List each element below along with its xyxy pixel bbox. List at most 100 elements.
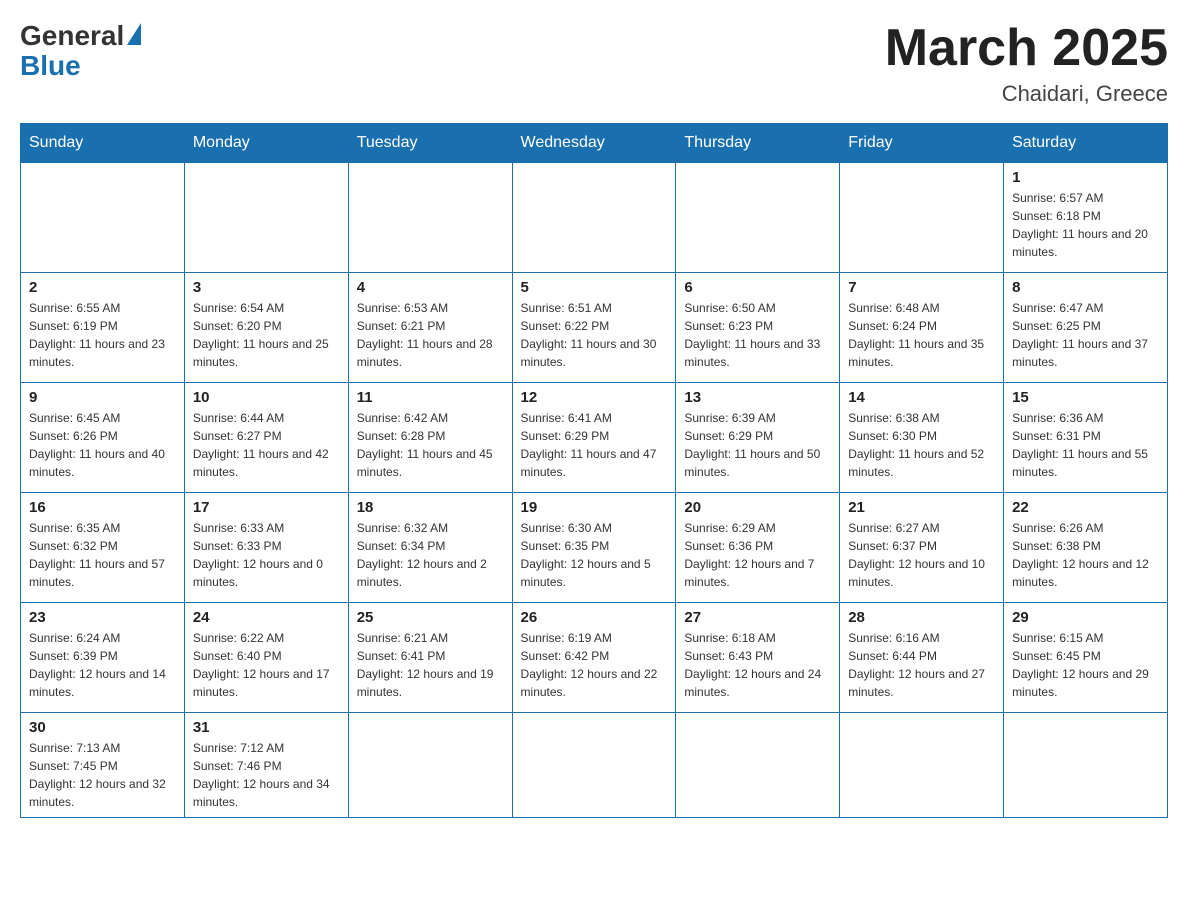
calendar-cell: 1Sunrise: 6:57 AMSunset: 6:18 PMDaylight…	[1004, 163, 1168, 273]
day-number: 15	[1012, 389, 1159, 406]
calendar-cell: 2 Sunrise: 6:55 AMSunset: 6:19 PMDaylight…	[21, 273, 185, 383]
calendar-cell	[184, 163, 348, 273]
calendar-cell	[676, 713, 840, 818]
calendar-cell: 16 Sunrise: 6:35 AMSunset: 6:32 PMDayligh…	[21, 493, 185, 603]
day-info: Sunrise: 6:48 AMSunset: 6:24 PMDaylight:…	[848, 299, 995, 371]
day-info: Sunrise: 6:53 AMSunset: 6:21 PMDaylight:…	[357, 299, 504, 371]
day-number: 13	[684, 389, 831, 406]
day-info: Sunrise: 6:29 AMSunset: 6:36 PMDaylight:…	[684, 519, 831, 591]
day-info: Sunrise: 6:47 AMSunset: 6:25 PMDaylight:…	[1012, 299, 1159, 371]
calendar-week-row: 30 Sunrise: 7:13 AMSunset: 7:45 PMDayligh…	[21, 713, 1168, 818]
calendar-cell	[348, 713, 512, 818]
calendar-cell: 4 Sunrise: 6:53 AMSunset: 6:21 PMDaylight…	[348, 273, 512, 383]
calendar-cell: 18 Sunrise: 6:32 AMSunset: 6:34 PMDayligh…	[348, 493, 512, 603]
calendar-cell: 12 Sunrise: 6:41 AMSunset: 6:29 PMDayligh…	[512, 383, 676, 493]
column-header-tuesday: Tuesday	[348, 124, 512, 163]
column-header-monday: Monday	[184, 124, 348, 163]
logo-blue-text: Blue	[20, 50, 141, 82]
day-number: 12	[521, 389, 668, 406]
calendar-cell: 31Sunrise: 7:12 AMSunset: 7:46 PMDayligh…	[184, 713, 348, 818]
day-info: Sunrise: 6:32 AMSunset: 6:34 PMDaylight:…	[357, 519, 504, 591]
day-number: 29	[1012, 609, 1159, 626]
calendar-cell: 9Sunrise: 6:45 AMSunset: 6:26 PMDaylight…	[21, 383, 185, 493]
day-number: 10	[193, 389, 340, 406]
page-header: General Blue March 2025 Chaidari, Greece	[20, 20, 1168, 107]
calendar-cell	[348, 163, 512, 273]
day-number: 2	[29, 279, 176, 296]
calendar-cell: 28Sunrise: 6:16 AMSunset: 6:44 PMDayligh…	[840, 603, 1004, 713]
calendar-cell: 30 Sunrise: 7:13 AMSunset: 7:45 PMDayligh…	[21, 713, 185, 818]
day-info: Sunrise: 6:27 AMSunset: 6:37 PMDaylight:…	[848, 519, 995, 591]
title-block: March 2025 Chaidari, Greece	[885, 20, 1168, 107]
calendar-cell: 11Sunrise: 6:42 AMSunset: 6:28 PMDayligh…	[348, 383, 512, 493]
logo: General Blue	[20, 20, 141, 82]
calendar-cell: 21 Sunrise: 6:27 AMSunset: 6:37 PMDayligh…	[840, 493, 1004, 603]
calendar-cell: 23Sunrise: 6:24 AMSunset: 6:39 PMDayligh…	[21, 603, 185, 713]
calendar-cell	[676, 163, 840, 273]
calendar-cell: 19 Sunrise: 6:30 AMSunset: 6:35 PMDayligh…	[512, 493, 676, 603]
day-info: Sunrise: 6:22 AMSunset: 6:40 PMDaylight:…	[193, 629, 340, 701]
day-number: 18	[357, 499, 504, 516]
day-number: 3	[193, 279, 340, 296]
day-number: 26	[521, 609, 668, 626]
day-number: 31	[193, 719, 340, 736]
day-info: Sunrise: 6:35 AMSunset: 6:32 PMDaylight:…	[29, 519, 176, 591]
day-info: Sunrise: 6:51 AMSunset: 6:22 PMDaylight:…	[521, 299, 668, 371]
calendar-cell: 6 Sunrise: 6:50 AMSunset: 6:23 PMDaylight…	[676, 273, 840, 383]
day-info: Sunrise: 6:50 AMSunset: 6:23 PMDaylight:…	[684, 299, 831, 371]
day-info: Sunrise: 6:21 AMSunset: 6:41 PMDaylight:…	[357, 629, 504, 701]
day-info: Sunrise: 6:16 AMSunset: 6:44 PMDaylight:…	[848, 629, 995, 701]
day-number: 6	[684, 279, 831, 296]
calendar-cell: 15 Sunrise: 6:36 AMSunset: 6:31 PMDayligh…	[1004, 383, 1168, 493]
calendar-cell: 25 Sunrise: 6:21 AMSunset: 6:41 PMDayligh…	[348, 603, 512, 713]
calendar-cell: 26 Sunrise: 6:19 AMSunset: 6:42 PMDayligh…	[512, 603, 676, 713]
day-number: 8	[1012, 279, 1159, 296]
calendar-cell: 3Sunrise: 6:54 AMSunset: 6:20 PMDaylight…	[184, 273, 348, 383]
day-info: Sunrise: 6:30 AMSunset: 6:35 PMDaylight:…	[521, 519, 668, 591]
calendar-cell: 22Sunrise: 6:26 AMSunset: 6:38 PMDayligh…	[1004, 493, 1168, 603]
day-number: 4	[357, 279, 504, 296]
day-number: 17	[193, 499, 340, 516]
day-number: 25	[357, 609, 504, 626]
day-number: 23	[29, 609, 176, 626]
calendar-cell: 29Sunrise: 6:15 AMSunset: 6:45 PMDayligh…	[1004, 603, 1168, 713]
day-info: Sunrise: 6:39 AMSunset: 6:29 PMDaylight:…	[684, 409, 831, 481]
day-info: Sunrise: 6:55 AMSunset: 6:19 PMDaylight:…	[29, 299, 176, 371]
calendar-week-row: 16 Sunrise: 6:35 AMSunset: 6:32 PMDayligh…	[21, 493, 1168, 603]
calendar-cell: 27 Sunrise: 6:18 AMSunset: 6:43 PMDayligh…	[676, 603, 840, 713]
day-number: 30	[29, 719, 176, 736]
calendar-location: Chaidari, Greece	[885, 81, 1168, 107]
day-number: 11	[357, 389, 504, 406]
day-info: Sunrise: 6:19 AMSunset: 6:42 PMDaylight:…	[521, 629, 668, 701]
day-number: 27	[684, 609, 831, 626]
calendar-cell: 7 Sunrise: 6:48 AMSunset: 6:24 PMDaylight…	[840, 273, 1004, 383]
calendar-cell	[840, 713, 1004, 818]
day-info: Sunrise: 6:18 AMSunset: 6:43 PMDaylight:…	[684, 629, 831, 701]
calendar-week-row: 9Sunrise: 6:45 AMSunset: 6:26 PMDaylight…	[21, 383, 1168, 493]
calendar-cell: 20 Sunrise: 6:29 AMSunset: 6:36 PMDayligh…	[676, 493, 840, 603]
calendar-week-row: 2 Sunrise: 6:55 AMSunset: 6:19 PMDaylight…	[21, 273, 1168, 383]
calendar-cell: 5Sunrise: 6:51 AMSunset: 6:22 PMDaylight…	[512, 273, 676, 383]
day-info: Sunrise: 6:33 AMSunset: 6:33 PMDaylight:…	[193, 519, 340, 591]
day-number: 20	[684, 499, 831, 516]
day-number: 22	[1012, 499, 1159, 516]
day-number: 16	[29, 499, 176, 516]
calendar-title: March 2025	[885, 20, 1168, 77]
day-info: Sunrise: 6:36 AMSunset: 6:31 PMDaylight:…	[1012, 409, 1159, 481]
day-info: Sunrise: 6:41 AMSunset: 6:29 PMDaylight:…	[521, 409, 668, 481]
day-number: 1	[1012, 169, 1159, 186]
day-number: 19	[521, 499, 668, 516]
day-number: 21	[848, 499, 995, 516]
day-number: 7	[848, 279, 995, 296]
calendar-table: SundayMondayTuesdayWednesdayThursdayFrid…	[20, 123, 1168, 818]
day-info: Sunrise: 6:45 AMSunset: 6:26 PMDaylight:…	[29, 409, 176, 481]
calendar-week-row: 1Sunrise: 6:57 AMSunset: 6:18 PMDaylight…	[21, 163, 1168, 273]
calendar-cell: 8 Sunrise: 6:47 AMSunset: 6:25 PMDaylight…	[1004, 273, 1168, 383]
calendar-cell	[1004, 713, 1168, 818]
day-info: Sunrise: 7:13 AMSunset: 7:45 PMDaylight:…	[29, 739, 176, 811]
calendar-cell	[21, 163, 185, 273]
logo-general-text: General	[20, 20, 124, 52]
calendar-cell: 24Sunrise: 6:22 AMSunset: 6:40 PMDayligh…	[184, 603, 348, 713]
calendar-cell: 13 Sunrise: 6:39 AMSunset: 6:29 PMDayligh…	[676, 383, 840, 493]
calendar-cell: 17 Sunrise: 6:33 AMSunset: 6:33 PMDayligh…	[184, 493, 348, 603]
